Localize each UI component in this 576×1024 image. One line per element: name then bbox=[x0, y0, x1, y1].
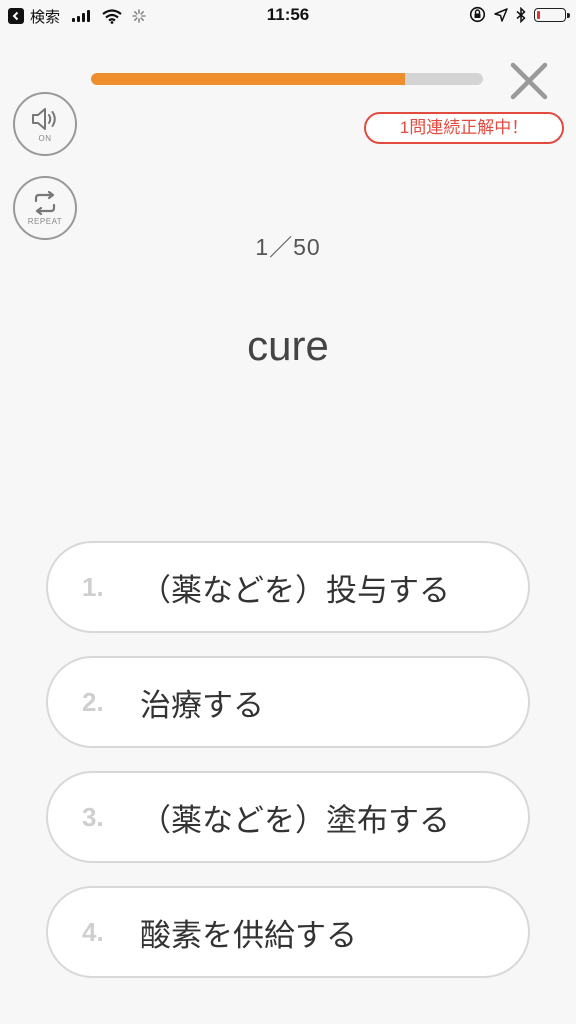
sound-toggle-label: ON bbox=[38, 133, 52, 143]
answer-choice-2[interactable]: 2. 治療する bbox=[46, 656, 530, 748]
choice-number: 2. bbox=[82, 686, 104, 717]
bluetooth-icon bbox=[516, 6, 526, 23]
streak-badge: 1問連続正解中！ bbox=[364, 112, 564, 144]
quiz-progress-bar bbox=[91, 73, 483, 85]
repeat-toggle-label: REPEAT bbox=[27, 216, 63, 226]
location-icon bbox=[494, 7, 508, 22]
answer-choice-1[interactable]: 1. （薬などを）投与する bbox=[46, 541, 530, 633]
speaker-icon bbox=[32, 107, 56, 130]
battery-level-fill bbox=[537, 10, 540, 19]
answer-choice-3[interactable]: 3. （薬などを）塗布する bbox=[46, 771, 530, 863]
question-counter: 1／50 bbox=[255, 234, 321, 260]
close-icon bbox=[510, 62, 548, 100]
choice-number: 1. bbox=[82, 571, 104, 602]
choice-text: 治療する bbox=[140, 687, 264, 723]
choice-number: 3. bbox=[82, 801, 104, 832]
choice-number: 4. bbox=[82, 916, 104, 947]
quiz-progress-fill bbox=[91, 73, 405, 85]
orientation-lock-icon bbox=[469, 6, 486, 23]
choice-text: （薬などを）塗布する bbox=[140, 802, 450, 838]
sound-toggle-button[interactable]: ON bbox=[13, 92, 77, 156]
close-button[interactable] bbox=[508, 60, 550, 102]
repeat-icon bbox=[34, 190, 56, 215]
choice-text: （薬などを）投与する bbox=[140, 572, 450, 608]
battery-icon bbox=[534, 7, 570, 22]
choice-text: 酸素を供給する bbox=[140, 917, 357, 953]
status-bar: 検索 11:56 bbox=[0, 0, 576, 34]
question-word: cure bbox=[247, 322, 329, 369]
status-bar-right bbox=[461, 6, 570, 23]
answer-choice-4[interactable]: 4. 酸素を供給する bbox=[46, 886, 530, 978]
